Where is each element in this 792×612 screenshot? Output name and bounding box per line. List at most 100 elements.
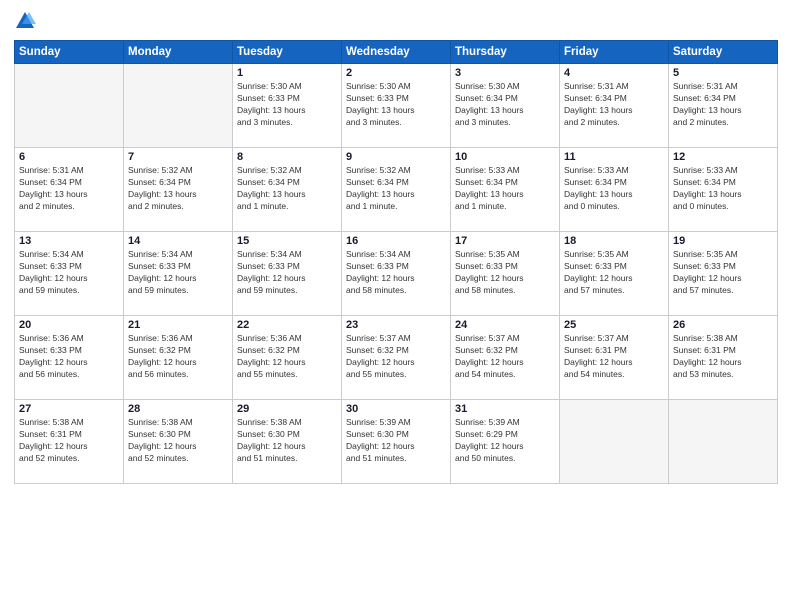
day-info: Sunrise: 5:35 AM Sunset: 6:33 PM Dayligh… (673, 249, 773, 297)
day-number: 6 (19, 151, 119, 163)
day-info: Sunrise: 5:31 AM Sunset: 6:34 PM Dayligh… (564, 81, 664, 129)
weekday-header-thursday: Thursday (451, 41, 560, 64)
calendar-cell: 1 Sunrise: 5:30 AM Sunset: 6:33 PM Daylig… (233, 64, 342, 148)
day-number: 31 (455, 403, 555, 415)
day-info: Sunrise: 5:39 AM Sunset: 6:29 PM Dayligh… (455, 417, 555, 465)
day-number: 7 (128, 151, 228, 163)
day-info: Sunrise: 5:36 AM Sunset: 6:32 PM Dayligh… (128, 333, 228, 381)
calendar-cell: 13 Sunrise: 5:34 AM Sunset: 6:33 PM Dayli… (15, 232, 124, 316)
day-info: Sunrise: 5:35 AM Sunset: 6:33 PM Dayligh… (564, 249, 664, 297)
day-number: 26 (673, 319, 773, 331)
day-info: Sunrise: 5:30 AM Sunset: 6:33 PM Dayligh… (237, 81, 337, 129)
day-info: Sunrise: 5:31 AM Sunset: 6:34 PM Dayligh… (19, 165, 119, 213)
day-info: Sunrise: 5:37 AM Sunset: 6:32 PM Dayligh… (346, 333, 446, 381)
calendar-cell: 17 Sunrise: 5:35 AM Sunset: 6:33 PM Dayli… (451, 232, 560, 316)
day-info: Sunrise: 5:30 AM Sunset: 6:33 PM Dayligh… (346, 81, 446, 129)
calendar-cell: 6 Sunrise: 5:31 AM Sunset: 6:34 PM Daylig… (15, 148, 124, 232)
calendar-cell: 16Sunrise: 5:34 AM Sunset: 6:33 PM Dayli… (342, 232, 451, 316)
week-row-4: 20 Sunrise: 5:36 AM Sunset: 6:33 PM Dayli… (15, 316, 778, 400)
calendar-cell (15, 64, 124, 148)
day-info: Sunrise: 5:30 AM Sunset: 6:34 PM Dayligh… (455, 81, 555, 129)
day-info: Sunrise: 5:35 AM Sunset: 6:33 PM Dayligh… (455, 249, 555, 297)
day-info: Sunrise: 5:32 AM Sunset: 6:34 PM Dayligh… (128, 165, 228, 213)
day-info: Sunrise: 5:32 AM Sunset: 6:34 PM Dayligh… (346, 165, 446, 213)
day-info: Sunrise: 5:33 AM Sunset: 6:34 PM Dayligh… (564, 165, 664, 213)
day-info: Sunrise: 5:38 AM Sunset: 6:30 PM Dayligh… (237, 417, 337, 465)
calendar-cell: 7 Sunrise: 5:32 AM Sunset: 6:34 PM Daylig… (124, 148, 233, 232)
week-row-5: 27Sunrise: 5:38 AM Sunset: 6:31 PM Dayli… (15, 400, 778, 484)
calendar-table: SundayMondayTuesdayWednesdayThursdayFrid… (14, 40, 778, 484)
day-number: 28 (128, 403, 228, 415)
day-number: 3 (455, 67, 555, 79)
day-number: 8 (237, 151, 337, 163)
weekday-header-saturday: Saturday (669, 41, 778, 64)
day-number: 17 (455, 235, 555, 247)
day-number: 9 (346, 151, 446, 163)
day-number: 30 (346, 403, 446, 415)
day-number: 2 (346, 67, 446, 79)
calendar-cell: 12 Sunrise: 5:33 AM Sunset: 6:34 PM Dayli… (669, 148, 778, 232)
calendar-cell: 26Sunrise: 5:38 AM Sunset: 6:31 PM Dayli… (669, 316, 778, 400)
day-number: 22 (237, 319, 337, 331)
week-row-2: 6 Sunrise: 5:31 AM Sunset: 6:34 PM Daylig… (15, 148, 778, 232)
week-row-1: 1 Sunrise: 5:30 AM Sunset: 6:33 PM Daylig… (15, 64, 778, 148)
calendar-cell: 25Sunrise: 5:37 AM Sunset: 6:31 PM Dayli… (560, 316, 669, 400)
day-info: Sunrise: 5:39 AM Sunset: 6:30 PM Dayligh… (346, 417, 446, 465)
calendar-cell (669, 400, 778, 484)
calendar-cell: 29 Sunrise: 5:38 AM Sunset: 6:30 PM Dayli… (233, 400, 342, 484)
calendar-cell: 27Sunrise: 5:38 AM Sunset: 6:31 PM Dayli… (15, 400, 124, 484)
day-number: 13 (19, 235, 119, 247)
day-number: 5 (673, 67, 773, 79)
day-number: 18 (564, 235, 664, 247)
day-info: Sunrise: 5:31 AM Sunset: 6:34 PM Dayligh… (673, 81, 773, 129)
day-info: Sunrise: 5:34 AM Sunset: 6:33 PM Dayligh… (346, 249, 446, 297)
calendar-cell: 4 Sunrise: 5:31 AM Sunset: 6:34 PM Daylig… (560, 64, 669, 148)
day-info: Sunrise: 5:33 AM Sunset: 6:34 PM Dayligh… (673, 165, 773, 213)
day-info: Sunrise: 5:38 AM Sunset: 6:31 PM Dayligh… (19, 417, 119, 465)
day-number: 25 (564, 319, 664, 331)
weekday-header-friday: Friday (560, 41, 669, 64)
calendar-cell: 2 Sunrise: 5:30 AM Sunset: 6:33 PM Daylig… (342, 64, 451, 148)
day-info: Sunrise: 5:37 AM Sunset: 6:32 PM Dayligh… (455, 333, 555, 381)
day-number: 1 (237, 67, 337, 79)
day-number: 15 (237, 235, 337, 247)
day-number: 23 (346, 319, 446, 331)
day-info: Sunrise: 5:32 AM Sunset: 6:34 PM Dayligh… (237, 165, 337, 213)
calendar-cell: 3 Sunrise: 5:30 AM Sunset: 6:34 PM Daylig… (451, 64, 560, 148)
day-number: 19 (673, 235, 773, 247)
day-number: 20 (19, 319, 119, 331)
day-info: Sunrise: 5:33 AM Sunset: 6:34 PM Dayligh… (455, 165, 555, 213)
day-number: 10 (455, 151, 555, 163)
weekday-header-monday: Monday (124, 41, 233, 64)
day-info: Sunrise: 5:34 AM Sunset: 6:33 PM Dayligh… (237, 249, 337, 297)
calendar-cell: 18 Sunrise: 5:35 AM Sunset: 6:33 PM Dayli… (560, 232, 669, 316)
weekday-header-tuesday: Tuesday (233, 41, 342, 64)
day-number: 14 (128, 235, 228, 247)
weekday-header-wednesday: Wednesday (342, 41, 451, 64)
calendar-cell: 21 Sunrise: 5:36 AM Sunset: 6:32 PM Dayli… (124, 316, 233, 400)
page: SundayMondayTuesdayWednesdayThursdayFrid… (0, 0, 792, 612)
calendar-cell: 10 Sunrise: 5:33 AM Sunset: 6:34 PM Dayli… (451, 148, 560, 232)
day-info: Sunrise: 5:34 AM Sunset: 6:33 PM Dayligh… (128, 249, 228, 297)
day-info: Sunrise: 5:36 AM Sunset: 6:33 PM Dayligh… (19, 333, 119, 381)
day-number: 24 (455, 319, 555, 331)
calendar-cell (560, 400, 669, 484)
day-number: 12 (673, 151, 773, 163)
day-number: 4 (564, 67, 664, 79)
calendar-cell: 8 Sunrise: 5:32 AM Sunset: 6:34 PM Daylig… (233, 148, 342, 232)
calendar-cell: 11 Sunrise: 5:33 AM Sunset: 6:34 PM Dayli… (560, 148, 669, 232)
calendar-cell (124, 64, 233, 148)
day-info: Sunrise: 5:36 AM Sunset: 6:32 PM Dayligh… (237, 333, 337, 381)
calendar-cell: 30 Sunrise: 5:39 AM Sunset: 6:30 PM Dayli… (342, 400, 451, 484)
weekday-header-sunday: Sunday (15, 41, 124, 64)
day-info: Sunrise: 5:34 AM Sunset: 6:33 PM Dayligh… (19, 249, 119, 297)
day-number: 29 (237, 403, 337, 415)
calendar-cell: 28 Sunrise: 5:38 AM Sunset: 6:30 PM Dayli… (124, 400, 233, 484)
day-number: 21 (128, 319, 228, 331)
calendar-cell: 15 Sunrise: 5:34 AM Sunset: 6:33 PM Dayli… (233, 232, 342, 316)
calendar-cell: 22 Sunrise: 5:36 AM Sunset: 6:32 PM Dayli… (233, 316, 342, 400)
day-number: 11 (564, 151, 664, 163)
day-info: Sunrise: 5:38 AM Sunset: 6:30 PM Dayligh… (128, 417, 228, 465)
calendar-cell: 9 Sunrise: 5:32 AM Sunset: 6:34 PM Daylig… (342, 148, 451, 232)
weekday-header-row: SundayMondayTuesdayWednesdayThursdayFrid… (15, 41, 778, 64)
